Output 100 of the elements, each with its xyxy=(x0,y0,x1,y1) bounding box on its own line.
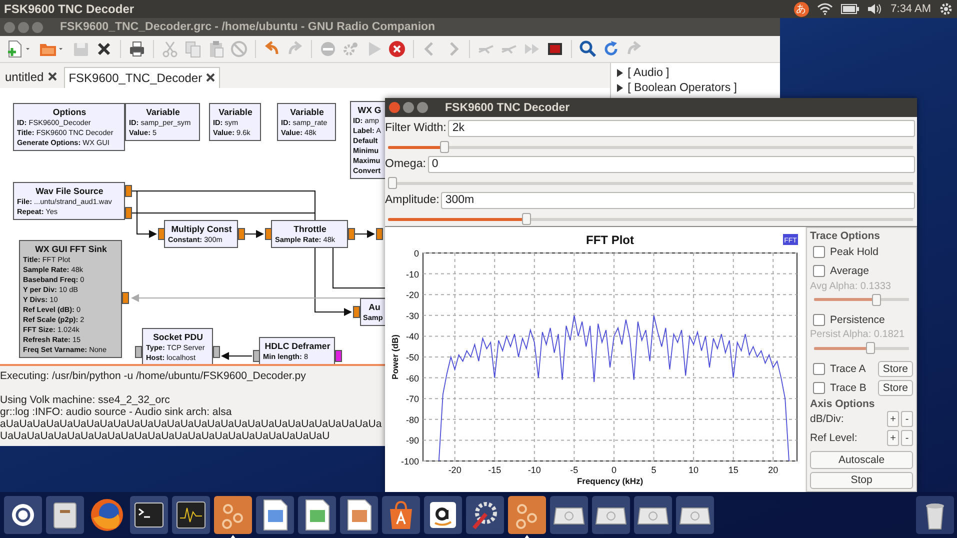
store-button[interactable]: Store xyxy=(878,360,913,377)
value-field[interactable]: 300m xyxy=(441,192,915,208)
y-tick-label: -40 xyxy=(406,332,419,342)
chart-title: FFT Plot xyxy=(586,233,634,247)
slider-thumb[interactable] xyxy=(522,213,532,225)
flowgraph-nodes-icon[interactable] xyxy=(508,496,546,534)
y-tick-label: -10 xyxy=(406,269,419,280)
refresh-icon[interactable] xyxy=(602,40,620,58)
x-axis-label: Frequency (kHz) xyxy=(576,476,644,486)
drive-icon[interactable] xyxy=(550,496,588,534)
presentation-icon[interactable] xyxy=(340,496,378,534)
value-field[interactable]: 0 xyxy=(428,156,915,172)
close-button[interactable] xyxy=(389,102,400,113)
value-field[interactable]: 2k xyxy=(448,120,915,136)
checkbox[interactable] xyxy=(813,264,825,277)
x-tick-label: -20 xyxy=(448,465,462,475)
letter-a-icon[interactable] xyxy=(424,496,462,534)
flowgraph-nodes-icon[interactable] xyxy=(214,496,252,534)
increase-button[interactable]: + xyxy=(887,430,899,446)
close-icon[interactable] xyxy=(206,73,216,82)
checkbox-label[interactable]: Trace B xyxy=(830,382,873,394)
drive-icon[interactable] xyxy=(676,496,714,534)
checkbox[interactable] xyxy=(813,362,825,375)
block-title: Variable xyxy=(145,106,181,118)
block-port[interactable] xyxy=(125,206,132,219)
checkbox-label[interactable]: Average xyxy=(830,264,913,277)
block-title: Variable xyxy=(218,106,254,118)
wrench-icon[interactable] xyxy=(466,496,504,534)
checkbox[interactable] xyxy=(813,314,825,326)
maximize-button[interactable] xyxy=(32,22,43,32)
window-title: FSK9600 TNC Decoder xyxy=(445,102,570,114)
speaker-icon[interactable] xyxy=(866,3,883,15)
paste-icon[interactable] xyxy=(207,40,225,58)
drive-icon[interactable] xyxy=(592,496,630,534)
file-cabinet-icon[interactable] xyxy=(46,496,84,534)
block-port[interactable] xyxy=(238,228,245,240)
new-file-icon[interactable] xyxy=(6,40,24,58)
block-port[interactable] xyxy=(348,228,355,240)
minus-circle-icon[interactable] xyxy=(319,40,337,58)
shopping-bag-icon[interactable] xyxy=(382,496,420,534)
system-monitor-icon[interactable] xyxy=(172,496,210,534)
block-title: WX G xyxy=(356,104,382,116)
close-icon[interactable] xyxy=(95,40,113,58)
square-icon[interactable] xyxy=(546,40,564,58)
minimize-button[interactable] xyxy=(18,22,29,32)
block-port[interactable] xyxy=(376,228,383,240)
connection-wire xyxy=(221,352,252,360)
ubuntu-logo-icon[interactable] xyxy=(4,496,42,534)
spreadsheet-icon[interactable] xyxy=(298,496,336,534)
checkbox[interactable] xyxy=(813,246,825,258)
maximize-button[interactable] xyxy=(417,102,428,113)
checkbox-label[interactable]: Trace A xyxy=(830,362,873,375)
trash-icon[interactable] xyxy=(916,496,954,534)
clock[interactable]: 7:34 AM xyxy=(890,3,931,15)
panel-button[interactable]: Stop xyxy=(810,472,913,489)
block-port[interactable] xyxy=(353,306,360,318)
terminal-icon[interactable] xyxy=(130,496,168,534)
decrease-button[interactable]: - xyxy=(901,411,913,428)
block-port[interactable] xyxy=(213,346,220,358)
category-label[interactable]: [ Boolean Operators ] xyxy=(628,82,737,94)
y-tick-label: -100 xyxy=(400,456,419,466)
block-title: Socket PDU xyxy=(152,330,204,343)
document-icon[interactable] xyxy=(256,496,294,534)
panel-button[interactable]: Autoscale xyxy=(810,451,913,469)
checkbox-label[interactable]: Persistence xyxy=(830,314,913,326)
y-tick-label: -80 xyxy=(406,414,419,425)
settings-icon[interactable] xyxy=(939,2,953,16)
expand-arrow-icon[interactable] xyxy=(616,69,624,77)
block-port[interactable] xyxy=(125,184,132,197)
y-tick-label: 0 xyxy=(414,248,419,258)
block-port[interactable] xyxy=(135,346,142,358)
document-tab[interactable]: FSK9600_TNC_Decoder xyxy=(64,66,220,88)
category-label[interactable]: [ Audio ] xyxy=(628,67,670,79)
browser-globe-icon[interactable] xyxy=(88,496,126,534)
slider-thumb[interactable] xyxy=(440,141,449,153)
checkbox[interactable] xyxy=(813,382,825,394)
y-tick-label: -30 xyxy=(406,310,419,321)
minimize-button[interactable] xyxy=(403,102,414,113)
y-tick-label: -90 xyxy=(406,436,419,446)
slider-label: Avg Alpha: 0.1333 xyxy=(810,280,892,292)
expand-arrow-icon[interactable] xyxy=(616,84,624,92)
search-icon[interactable] xyxy=(579,40,597,58)
slider-thumb[interactable] xyxy=(388,177,397,189)
block-port[interactable] xyxy=(335,350,342,362)
close-button[interactable] xyxy=(4,22,15,32)
control-label: Filter Width: xyxy=(385,122,446,134)
store-button[interactable]: Store xyxy=(878,380,913,396)
document-tab[interactable]: untitled xyxy=(0,66,62,88)
battery-icon[interactable] xyxy=(840,4,859,14)
stop-icon[interactable] xyxy=(388,40,406,58)
wifi-icon[interactable] xyxy=(816,3,833,15)
drive-icon[interactable] xyxy=(634,496,672,534)
close-icon[interactable] xyxy=(48,72,57,82)
checkbox-label[interactable]: Peak Hold xyxy=(830,246,913,258)
block-port[interactable] xyxy=(122,292,129,304)
x-tick-label: 0 xyxy=(611,465,616,475)
decrease-button[interactable]: - xyxy=(901,430,913,446)
printer-icon[interactable] xyxy=(128,40,146,58)
active-app-title: FSK9600 TNC Decoder xyxy=(4,2,136,16)
increase-button[interactable]: + xyxy=(887,411,899,428)
